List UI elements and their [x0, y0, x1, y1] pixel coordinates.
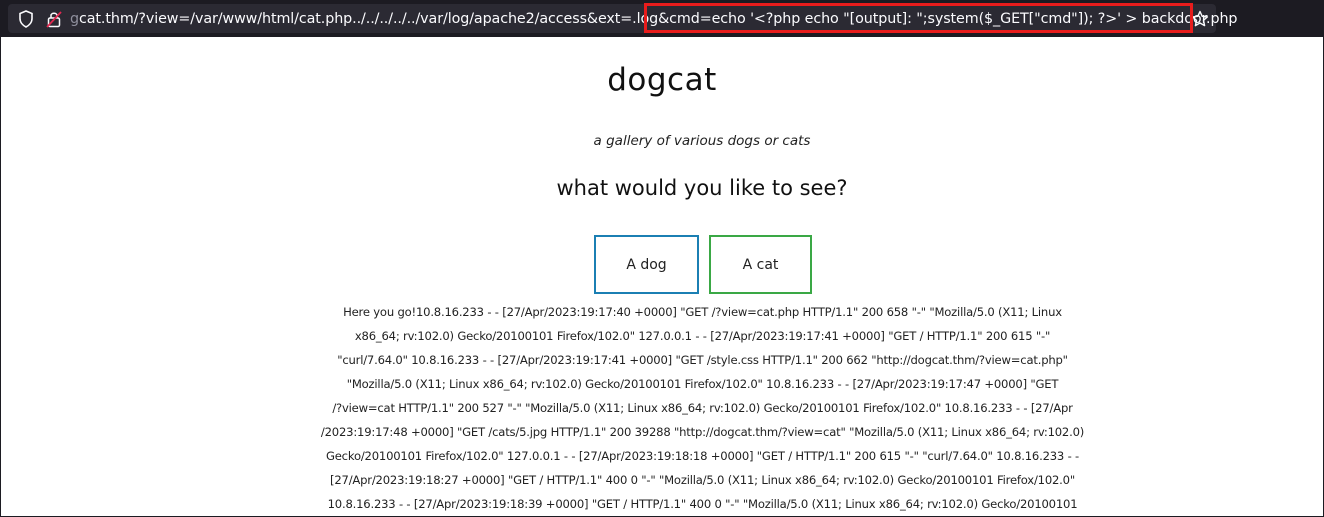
- log-line: "Mozilla/5.0 (X11; Linux x86_64; rv:102.…: [346, 377, 1059, 391]
- log-line: /2023:19:17:48 +0000] "GET /cats/5.jpg H…: [320, 425, 1085, 439]
- cat-button[interactable]: A cat: [709, 235, 812, 294]
- log-line: x86_64; rv:102.0) Gecko/20100101 Firefox…: [354, 329, 1051, 343]
- log-line: /?view=cat HTTP/1.1" 200 527 "-" "Mozill…: [332, 401, 1073, 415]
- log-output: Here you go!10.8.16.233 - - [27/Apr/2023…: [300, 300, 1105, 516]
- page-subtitle: a gallery of various dogs or cats: [593, 133, 811, 149]
- browser-toolbar: gcat.thm/?view=/var/www/html/cat.php../.…: [0, 0, 1324, 37]
- log-line: [27/Apr/2023:19:18:27 +0000] "GET / HTTP…: [330, 473, 1075, 487]
- url-text[interactable]: gcat.thm/?view=/var/www/html/cat.php../.…: [70, 11, 1238, 27]
- log-line: "curl/7.64.0" 10.8.16.233 - - [27/Apr/20…: [337, 353, 1068, 367]
- dog-button[interactable]: A dog: [594, 235, 699, 294]
- url-main: cat.thm/?view=/var/www/html/cat.php../..…: [78, 11, 1238, 27]
- url-faded-prefix: g: [70, 11, 79, 27]
- question-heading: what would you like to see?: [556, 176, 848, 200]
- page-title: dogcat: [607, 62, 717, 98]
- log-line: Gecko/20100101 Firefox/102.0" 127.0.0.1 …: [325, 449, 1080, 463]
- lock-warning-icon[interactable]: [46, 10, 62, 28]
- log-line: Here you go!10.8.16.233 - - [27/Apr/2023…: [343, 305, 1062, 319]
- log-line: 10.8.16.233 - - [27/Apr/2023:19:18:39 +0…: [327, 497, 1078, 511]
- star-icon[interactable]: [1191, 10, 1209, 28]
- shield-icon[interactable]: [18, 10, 34, 28]
